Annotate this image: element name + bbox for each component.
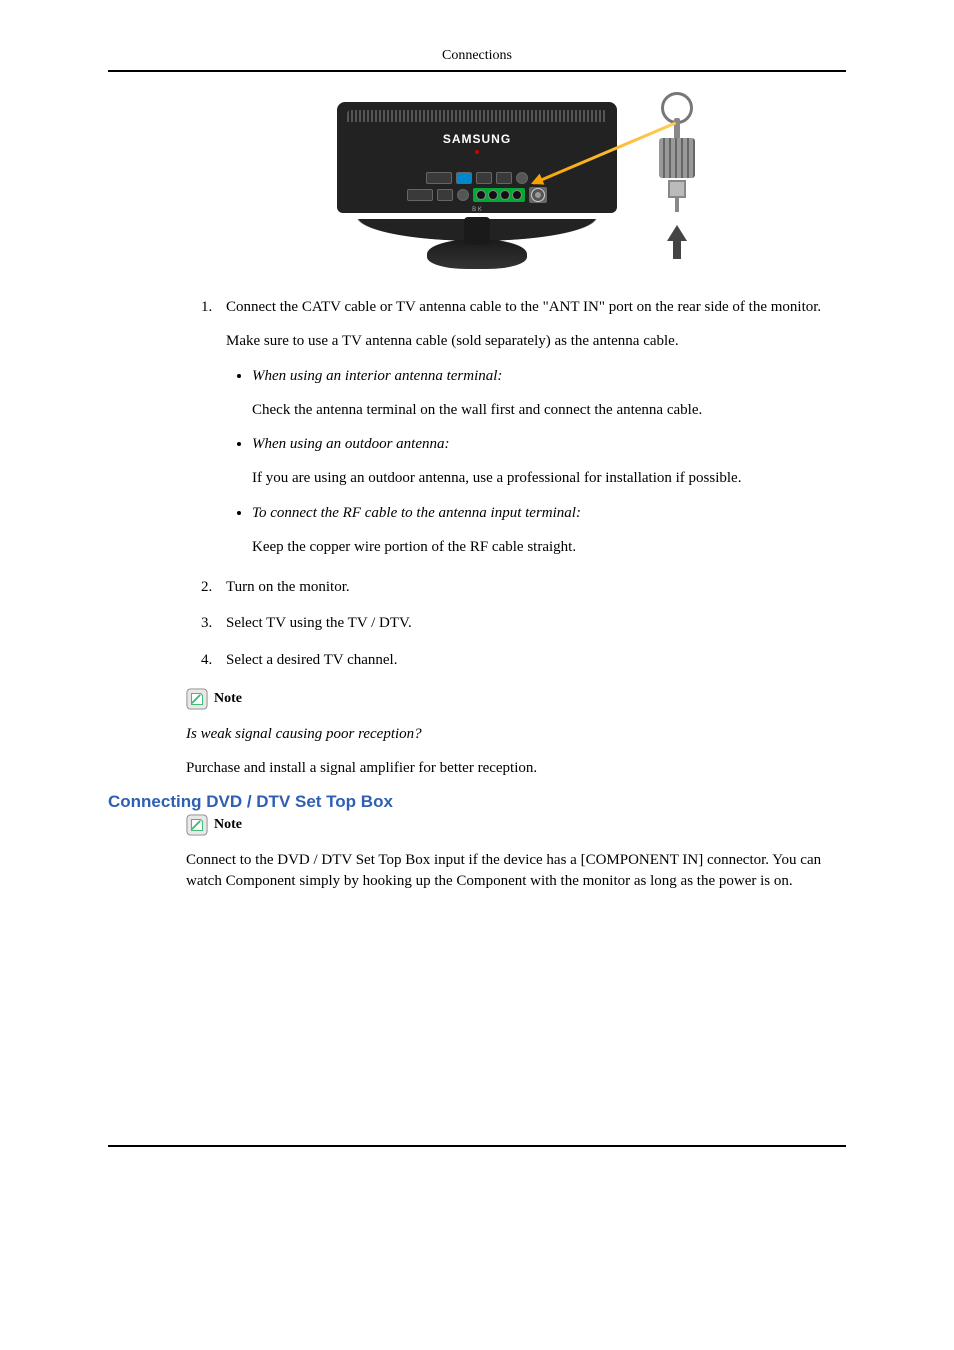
note-block-2: Note (186, 814, 846, 836)
section-heading-dvd-dtv: Connecting DVD / DTV Set Top Box (108, 792, 846, 812)
note-icon (186, 688, 208, 710)
bullet-lead: To connect the RF cable to the antenna i… (252, 505, 581, 521)
step-1-bullets: When using an interior antenna terminal:… (226, 366, 846, 558)
footer-rule (108, 1145, 846, 1147)
instruction-list: Connect the CATV cable or TV antenna cab… (108, 297, 846, 670)
bullet-follow: If you are using an outdoor antenna, use… (252, 468, 846, 488)
step-1-sub: Make sure to use a TV antenna cable (sol… (226, 331, 846, 351)
bullet-lead: When using an outdoor antenna: (252, 436, 449, 452)
step-2: Turn on the monitor. (216, 577, 846, 597)
connection-figure: SAMSUNG (108, 102, 846, 269)
note-icon (186, 814, 208, 836)
step-4: Select a desired TV channel. (216, 650, 846, 670)
antenna-icon (647, 92, 707, 212)
bullet-lead: When using an interior antenna terminal: (252, 368, 502, 384)
bullet-rf-cable: To connect the RF cable to the antenna i… (252, 503, 846, 558)
bullet-outdoor-antenna: When using an outdoor antenna: If you ar… (252, 434, 846, 489)
monitor-brand-label: SAMSUNG (347, 132, 607, 146)
note-advice: Purchase and install a signal amplifier … (186, 758, 846, 778)
step-2-text: Turn on the monitor. (226, 579, 350, 595)
note-question: Is weak signal causing poor reception? (186, 724, 846, 744)
step-1: Connect the CATV cable or TV antenna cab… (216, 297, 846, 557)
page-header-title: Connections (108, 48, 846, 64)
up-arrow-icon (667, 225, 687, 241)
monitor-stand-icon (427, 239, 527, 269)
monitor-back-icon: SAMSUNG (337, 102, 617, 213)
step-3-text: Select TV using the TV / DTV. (226, 615, 412, 631)
bullet-follow: Check the antenna terminal on the wall f… (252, 400, 846, 420)
header-rule (108, 70, 846, 72)
note-label: Note (214, 817, 242, 832)
note-label: Note (214, 691, 242, 706)
bullet-interior-antenna: When using an interior antenna terminal:… (252, 366, 846, 421)
note-block-1: Note (186, 688, 846, 710)
bullet-follow: Keep the copper wire portion of the RF c… (252, 537, 846, 557)
step-4-text: Select a desired TV channel. (226, 652, 397, 668)
section2-body: Connect to the DVD / DTV Set Top Box inp… (186, 850, 846, 891)
ant-in-port-icon (529, 187, 547, 203)
step-3: Select TV using the TV / DTV. (216, 613, 846, 633)
monitor-bottom-label: B K (347, 207, 607, 213)
step-1-text: Connect the CATV cable or TV antenna cab… (226, 299, 821, 315)
